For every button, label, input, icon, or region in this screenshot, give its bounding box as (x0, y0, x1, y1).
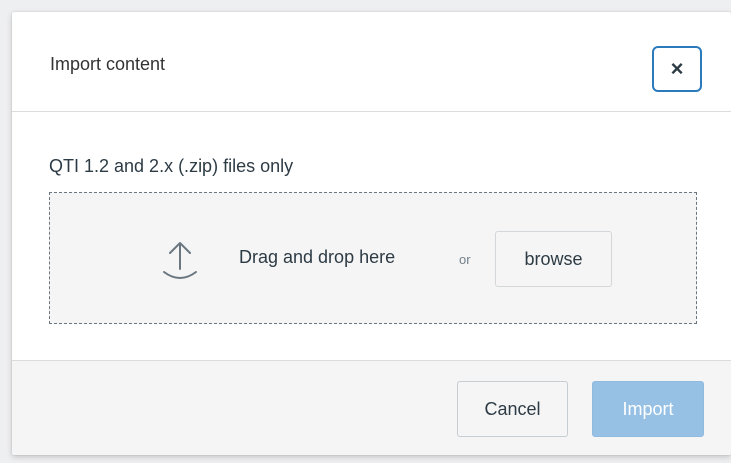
cancel-button[interactable]: Cancel (457, 381, 568, 437)
close-button[interactable]: × (652, 46, 702, 92)
close-icon: × (670, 56, 684, 81)
dialog-header: Import content × (12, 12, 731, 112)
upload-icon (163, 242, 197, 279)
dialog-footer: Cancel Import (12, 360, 731, 455)
file-type-note: QTI 1.2 and 2.x (.zip) files only (49, 156, 294, 176)
or-text: or (459, 252, 471, 267)
drag-and-drop-text: Drag and drop here (239, 247, 396, 267)
dialog-title: Import content (50, 54, 166, 74)
browse-button[interactable]: browse (495, 231, 612, 287)
import-content-dialog: Import content × QTI 1.2 and 2.x (.zip) … (12, 12, 731, 455)
file-dropzone[interactable]: Drag and drop here or browse (49, 192, 697, 324)
import-button[interactable]: Import (592, 381, 704, 437)
dialog-body: QTI 1.2 and 2.x (.zip) files only Drag a… (12, 112, 731, 360)
